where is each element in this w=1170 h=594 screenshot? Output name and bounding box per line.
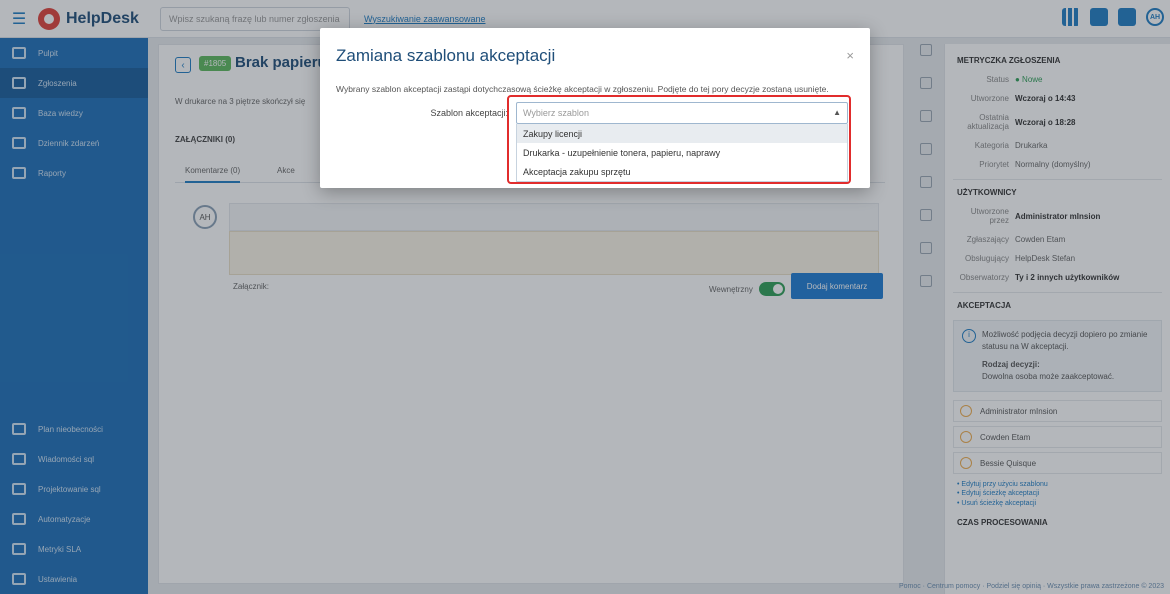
template-field-label: Szablon akceptacji: bbox=[430, 108, 508, 118]
modal-info-text: Wybrany szablon akceptacji zastąpi dotyc… bbox=[336, 84, 829, 94]
template-change-modal: Zamiana szablonu akceptacji × Wybrany sz… bbox=[320, 28, 870, 188]
close-icon[interactable]: × bbox=[846, 48, 854, 63]
highlight-box bbox=[507, 95, 851, 184]
modal-title: Zamiana szablonu akceptacji bbox=[336, 46, 556, 65]
